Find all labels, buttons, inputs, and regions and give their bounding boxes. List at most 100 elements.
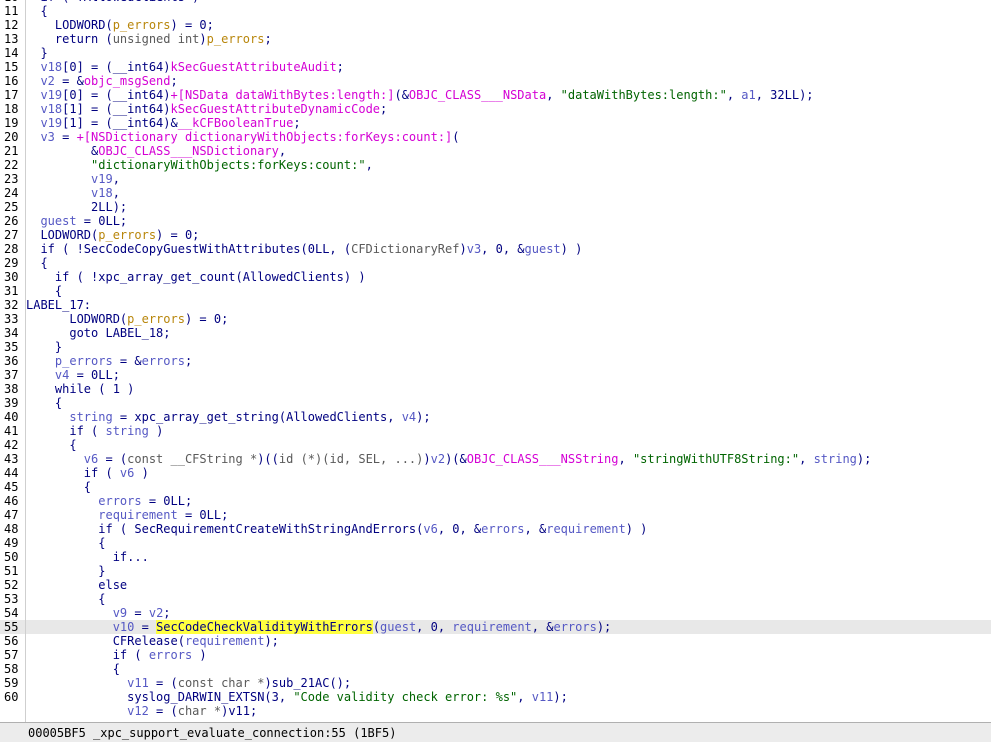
code-line[interactable]: 44 if ( v6 ) <box>0 466 991 480</box>
code-token[interactable]: ; <box>380 102 387 116</box>
code-token[interactable]: unsigned int <box>113 32 200 46</box>
code-token[interactable]: ); <box>597 620 611 634</box>
code-line[interactable]: 35 } <box>0 340 991 354</box>
code-line[interactable]: 36 p_errors = &errors; <box>0 354 991 368</box>
code-token[interactable]: ); <box>264 634 278 648</box>
code-token[interactable]: v6 <box>26 452 98 466</box>
code-token[interactable]: ) = 0; <box>185 312 228 326</box>
code-token[interactable]: v2 <box>431 452 445 466</box>
code-token[interactable]: v19 <box>26 116 62 130</box>
code-token[interactable]: v10 <box>26 620 135 634</box>
code-token[interactable]: requirement <box>26 508 177 522</box>
code-token[interactable]: [1] = (__int64) <box>62 102 170 116</box>
code-line[interactable]: 54 v9 = v2; <box>0 606 991 620</box>
code-token[interactable]: const __CFString * <box>127 452 257 466</box>
code-token[interactable]: & <box>26 144 98 158</box>
code-token[interactable]: v18 <box>26 186 113 200</box>
code-token[interactable]: LABEL_17: <box>26 298 91 312</box>
code-token[interactable]: ) <box>149 424 163 438</box>
code-line[interactable]: 57 if ( errors ) <box>0 648 991 662</box>
code-token[interactable]: { <box>26 536 105 550</box>
code-line[interactable]: 60 syslog_DARWIN_EXTSN(3, "Code validity… <box>0 690 991 704</box>
code-token[interactable]: v11 <box>26 676 149 690</box>
code-token[interactable]: ) <box>423 452 430 466</box>
code-token[interactable]: = 0LL; <box>77 214 127 228</box>
code-token[interactable]: requirement <box>452 620 531 634</box>
code-token[interactable]: guest <box>525 242 561 256</box>
code-token[interactable]: = 0LL; <box>178 508 228 522</box>
code-token[interactable]: p_errors <box>113 18 171 32</box>
code-token[interactable]: OBJC_CLASS___NSData <box>409 88 546 102</box>
code-token[interactable]: v19 <box>26 172 113 186</box>
code-token[interactable]: ; <box>337 60 344 74</box>
code-token[interactable]: = <box>127 606 149 620</box>
code-token[interactable]: CFDictionaryRef <box>351 242 459 256</box>
code-line[interactable]: 30 if ( !xpc_array_get_count(AllowedClie… <box>0 270 991 284</box>
code-token[interactable]: errors <box>481 522 524 536</box>
code-token[interactable]: , 0, <box>416 620 452 634</box>
code-line[interactable]: 26 guest = 0LL; <box>0 214 991 228</box>
code-token[interactable]: +[NSData dataWithBytes:length:] <box>171 88 395 102</box>
code-token[interactable]: ) <box>459 242 466 256</box>
code-line[interactable]: 19 v19[1] = (__int64)&__kCFBooleanTrue; <box>0 116 991 130</box>
code-token[interactable]: v12 <box>26 704 149 718</box>
code-line[interactable]: 58 { <box>0 662 991 676</box>
code-token[interactable]: , 0, & <box>438 522 481 536</box>
code-line[interactable]: 42 { <box>0 438 991 452</box>
code-token[interactable]: a1 <box>741 88 755 102</box>
code-token[interactable]: , <box>799 452 813 466</box>
code-token[interactable]: "dictionaryWithObjects:forKeys:count:" <box>26 158 366 172</box>
code-token[interactable]: v18 <box>26 102 62 116</box>
code-token[interactable]: ) ) <box>626 522 648 536</box>
code-line[interactable]: 56 CFRelease(requirement); <box>0 634 991 648</box>
code-token[interactable]: (& <box>394 88 408 102</box>
code-token[interactable]: } <box>26 46 47 60</box>
code-token[interactable]: guest <box>26 214 76 228</box>
code-token[interactable]: ) <box>192 648 206 662</box>
code-token[interactable]: LODWORD( <box>26 228 98 242</box>
code-line[interactable]: v12 = (char *)v11; <box>0 704 991 718</box>
code-token[interactable]: if ( SecRequirementCreateWithStringAndEr… <box>26 522 423 536</box>
code-token[interactable]: OBJC_CLASS___NSDictionary <box>98 144 279 158</box>
code-token[interactable]: v4 <box>26 368 69 382</box>
code-token[interactable]: ); <box>857 452 871 466</box>
code-line[interactable]: 14 } <box>0 46 991 60</box>
code-token[interactable]: = ( <box>149 704 178 718</box>
code-token[interactable]: p_errors <box>207 32 265 46</box>
code-token[interactable]: )(( <box>257 452 279 466</box>
code-token[interactable]: ); <box>416 410 430 424</box>
pseudocode-view[interactable]: 10 if ( !AllowedClients )11 {12 LODWORD(… <box>0 0 991 718</box>
code-token[interactable]: v6 <box>120 466 134 480</box>
code-line[interactable]: 15 v18[0] = (__int64)kSecGuestAttributeA… <box>0 60 991 74</box>
code-line[interactable]: 59 v11 = (const char *)sub_21AC(); <box>0 676 991 690</box>
code-token[interactable]: ; <box>171 74 178 88</box>
code-line[interactable]: 27 LODWORD(p_errors) = 0; <box>0 228 991 242</box>
code-token[interactable]: __kCFBooleanTrue <box>178 116 294 130</box>
code-token[interactable]: )v11; <box>221 704 257 718</box>
code-token[interactable]: v6 <box>423 522 437 536</box>
code-token[interactable]: "stringWithUTF8String:" <box>633 452 799 466</box>
code-line[interactable]: 25 2LL); <box>0 200 991 214</box>
code-token[interactable]: = & <box>55 74 84 88</box>
code-token[interactable]: string <box>26 410 112 424</box>
code-token[interactable]: string <box>105 424 148 438</box>
code-token[interactable]: [1] = (__int64)& <box>62 116 178 130</box>
code-token[interactable]: ( <box>452 130 459 144</box>
code-token[interactable]: ) = 0; <box>156 228 199 242</box>
code-line[interactable]: 49 { <box>0 536 991 550</box>
code-token[interactable]: , 0, & <box>481 242 524 256</box>
code-line[interactable]: 24 v18, <box>0 186 991 200</box>
code-token[interactable]: errors <box>142 354 185 368</box>
code-token[interactable]: syslog_DARWIN_EXTSN(3, <box>26 690 293 704</box>
code-token[interactable]: { <box>26 256 47 270</box>
code-line[interactable]: 28 if ( !SecCodeCopyGuestWithAttributes(… <box>0 242 991 256</box>
code-token[interactable]: LODWORD( <box>26 18 113 32</box>
code-token[interactable]: } <box>26 340 62 354</box>
code-line[interactable]: 34 goto LABEL_18; <box>0 326 991 340</box>
code-line[interactable]: 41 if ( string ) <box>0 424 991 438</box>
code-token[interactable]: , <box>546 88 560 102</box>
code-token[interactable]: { <box>26 284 62 298</box>
code-token[interactable]: "Code validity check error: %s" <box>293 690 517 704</box>
code-line[interactable]: 43 v6 = (const __CFString *)((id (*)(id,… <box>0 452 991 466</box>
code-token[interactable]: CFRelease( <box>26 634 185 648</box>
